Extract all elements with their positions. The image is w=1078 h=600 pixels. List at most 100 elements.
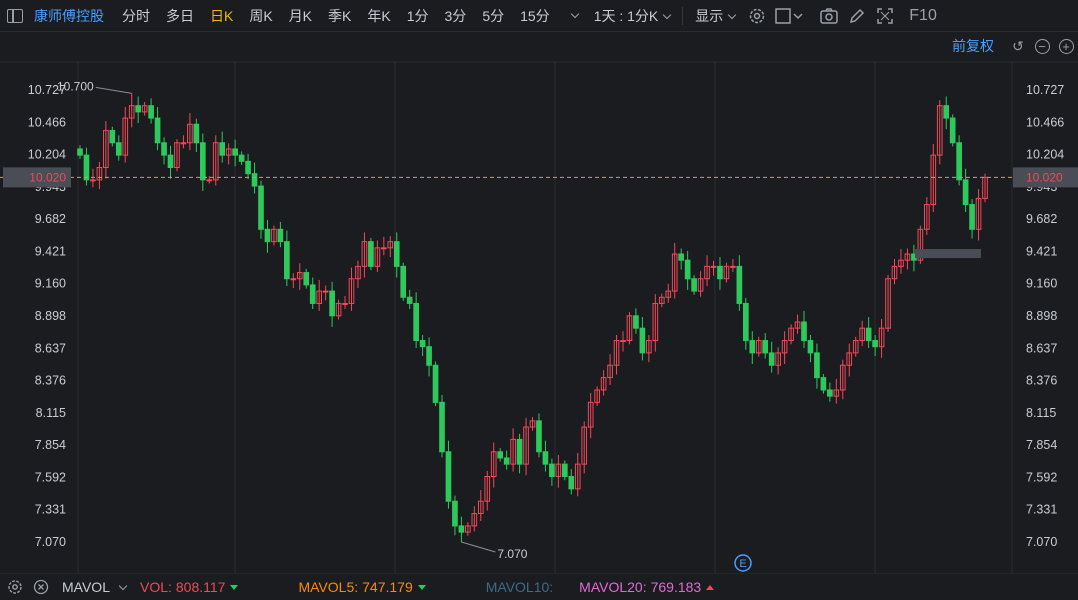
y-tick-label-left: 9.682 bbox=[35, 212, 66, 226]
candle-body bbox=[258, 185, 264, 230]
y-tick-label-left: 9.160 bbox=[35, 277, 66, 291]
candle-body bbox=[206, 179, 213, 182]
candle-body bbox=[154, 117, 161, 144]
candle-body bbox=[730, 265, 736, 268]
indicator-settings-gear-icon[interactable] bbox=[4, 579, 26, 595]
up-arrow-icon bbox=[706, 584, 715, 590]
candle-body bbox=[561, 463, 568, 477]
candle-body bbox=[749, 340, 756, 354]
candle-body bbox=[568, 475, 575, 490]
candle-body bbox=[549, 463, 555, 477]
candle-body bbox=[536, 420, 542, 453]
candle-body bbox=[439, 401, 445, 453]
down-arrow-icon bbox=[230, 584, 239, 590]
vol-readout: VOL: 808.117 bbox=[139, 579, 239, 595]
y-tick-label-right: 7.331 bbox=[1026, 503, 1057, 517]
candle-body bbox=[199, 142, 206, 181]
y-tick-label-right: 9.682 bbox=[1026, 212, 1057, 226]
indicator-close-icon[interactable] bbox=[30, 579, 52, 595]
candle-body bbox=[684, 259, 691, 280]
y-tick-label-right: 10.466 bbox=[1026, 115, 1064, 129]
candle-body bbox=[497, 451, 504, 459]
candle-body bbox=[814, 352, 820, 379]
candle-body bbox=[872, 340, 878, 348]
candle-body bbox=[768, 352, 775, 366]
candle-body bbox=[503, 457, 510, 465]
candle-body bbox=[865, 327, 872, 342]
mavol20-value: 769.183 bbox=[650, 579, 702, 595]
candle-body bbox=[109, 129, 116, 144]
candle-body bbox=[452, 500, 458, 527]
y-tick-label-right: 7.592 bbox=[1026, 470, 1057, 484]
mavol20-readout: MAVOL20: 769.183 bbox=[579, 579, 715, 595]
high-price-annotation: 10.700 bbox=[57, 79, 94, 93]
left-price-axis: 10.72710.46610.2049.9439.6829.4219.1608.… bbox=[28, 83, 66, 549]
candle-body bbox=[717, 265, 723, 280]
candle-body bbox=[432, 364, 439, 403]
y-tick-label-left: 7.592 bbox=[35, 470, 66, 484]
candle-body bbox=[969, 204, 975, 230]
mavol10-readout: MAVOL10: bbox=[486, 579, 553, 595]
y-tick-label-right: 8.637 bbox=[1026, 341, 1057, 355]
candle-body bbox=[710, 265, 717, 268]
y-tick-label-left: 7.854 bbox=[35, 438, 66, 452]
candle-body bbox=[542, 451, 549, 465]
y-tick-label-right: 7.854 bbox=[1026, 438, 1057, 452]
candle-body bbox=[342, 302, 348, 305]
candle-body bbox=[277, 228, 284, 243]
candle-body bbox=[962, 179, 969, 206]
candle-body bbox=[284, 241, 290, 280]
candle-body bbox=[736, 265, 743, 304]
mavol10-label: MAVOL10: bbox=[485, 579, 554, 595]
mavol5-label: MAVOL5: bbox=[298, 579, 359, 595]
candle-body bbox=[309, 284, 316, 304]
y-tick-label-right: 8.376 bbox=[1026, 374, 1057, 388]
candle-body bbox=[633, 315, 639, 329]
candle-body bbox=[115, 142, 122, 156]
current-price-label-right: 10.020 bbox=[1026, 170, 1063, 184]
candlestick-chart[interactable]: 10.72710.46610.2049.9439.6829.4219.1608.… bbox=[0, 0, 1078, 574]
candle-body bbox=[406, 296, 413, 304]
current-price-label-left: 10.020 bbox=[29, 170, 66, 184]
right-price-axis: 10.72710.46610.2049.9439.6829.4219.1608.… bbox=[1026, 83, 1064, 549]
candle-body bbox=[90, 179, 96, 182]
candle-body bbox=[232, 148, 238, 156]
mavol5-readout: MAVOL5: 747.179 bbox=[298, 579, 426, 595]
candle-body bbox=[620, 340, 626, 343]
down-arrow-icon bbox=[417, 584, 426, 590]
candle-body bbox=[180, 142, 187, 145]
y-tick-label-right: 7.070 bbox=[1026, 535, 1057, 549]
indicator-bar: MAVOL VOL: 808.117 MAVOL5: 747.179 MAVOL10… bbox=[0, 574, 1078, 600]
chart-grid bbox=[0, 61, 1078, 574]
candle-body bbox=[445, 451, 452, 502]
candle-body bbox=[322, 290, 329, 293]
indicator-selector[interactable]: MAVOL bbox=[62, 579, 128, 595]
candle-body bbox=[380, 247, 387, 250]
mavol5-value: 747.179 bbox=[362, 579, 413, 595]
y-tick-label-left: 7.331 bbox=[35, 503, 66, 517]
y-tick-label-left: 10.204 bbox=[28, 148, 66, 162]
candle-body bbox=[742, 302, 749, 342]
candles-layer bbox=[77, 93, 988, 542]
candle-body bbox=[801, 321, 807, 342]
candle-body bbox=[245, 160, 251, 175]
y-tick-label-right: 8.115 bbox=[1026, 406, 1056, 420]
vol-label: VOL: bbox=[139, 579, 172, 595]
y-tick-label-right: 8.898 bbox=[1026, 309, 1057, 323]
low-price-annotation: 7.070 bbox=[497, 547, 527, 561]
y-tick-label-right: 9.421 bbox=[1026, 244, 1057, 258]
candle-body bbox=[691, 278, 697, 292]
chevron-down-icon bbox=[118, 581, 128, 590]
y-tick-label-right: 10.204 bbox=[1026, 148, 1064, 162]
candle-body bbox=[639, 327, 646, 354]
candle-body bbox=[83, 154, 90, 181]
y-tick-label-left: 8.115 bbox=[36, 406, 66, 420]
candle-body bbox=[943, 105, 950, 119]
low-leader-line bbox=[461, 541, 496, 553]
y-tick-label-left: 8.898 bbox=[35, 309, 66, 323]
mavol20-label: MAVOL20: bbox=[579, 579, 647, 595]
candle-body bbox=[368, 241, 374, 267]
candle-body bbox=[238, 154, 245, 162]
candle-body bbox=[148, 105, 154, 119]
y-tick-label-left: 9.421 bbox=[35, 244, 66, 258]
